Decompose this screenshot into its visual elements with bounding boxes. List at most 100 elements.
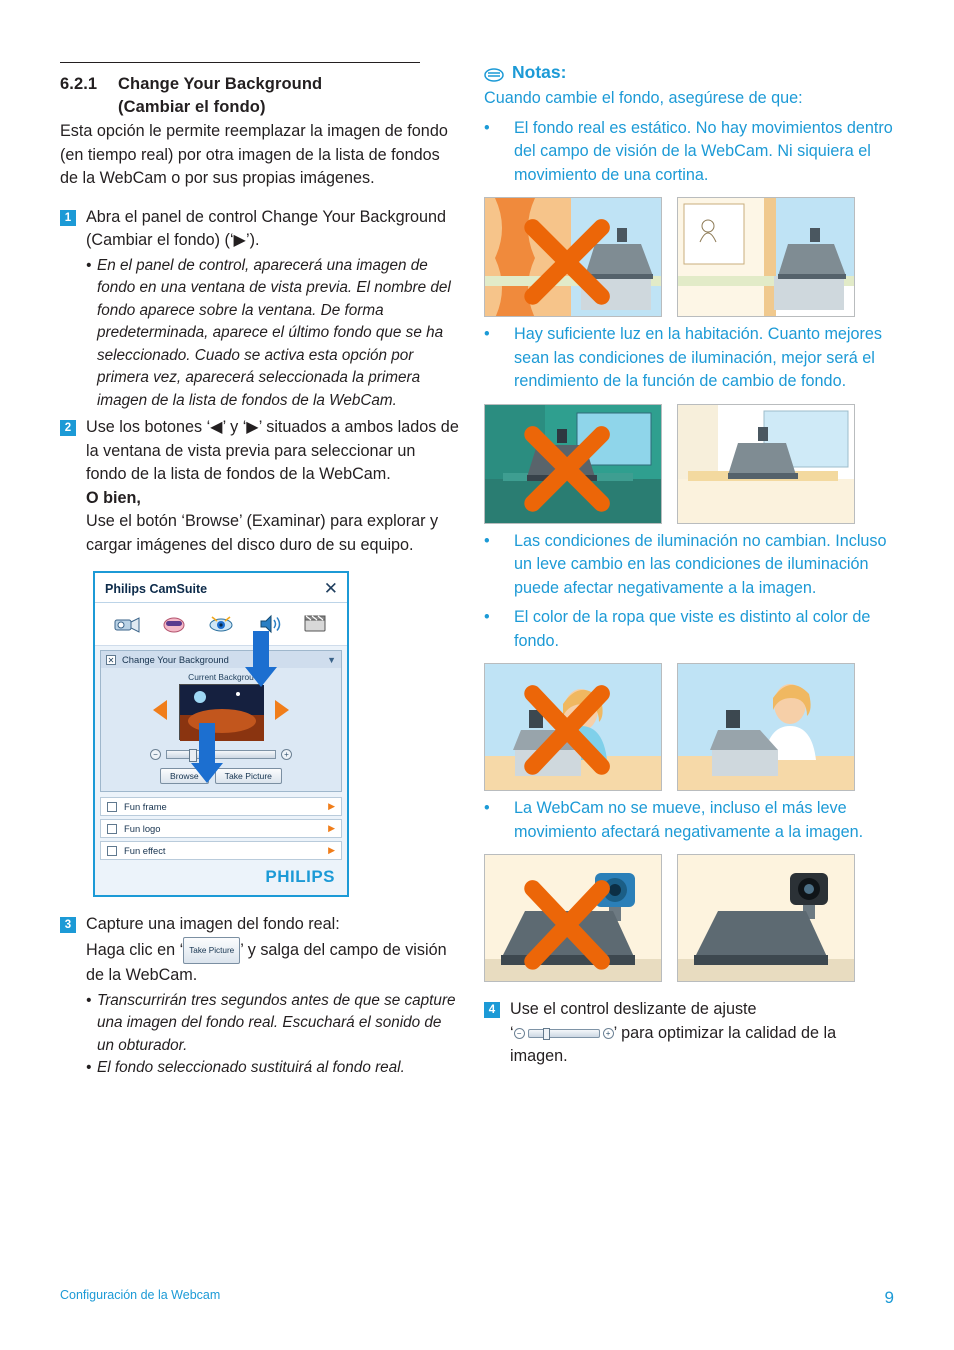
next-background-arrow-icon [275,700,289,720]
step-1-bullet-1: • En el panel de control, aparecerá una … [86,255,460,413]
page: 6.2.1 Change Your Background (Cambiar el… [0,0,954,1350]
camsuite-window[interactable]: Philips CamSuite ✕ ✕ Change Your Backgro… [93,571,349,897]
change-background-panel-header[interactable]: ✕ Change Your Background ▼ [101,651,341,668]
camsuite-titlebar: Philips CamSuite ✕ [95,573,347,603]
bullet-dot: • [484,531,490,550]
fun-logo-row[interactable]: Fun logo ▶ [100,819,342,838]
note-bullet-5-text: La WebCam no se mueve, incluso el más le… [514,799,864,841]
section-intro: Esta opción le permite reemplazar la ima… [60,122,448,187]
fun-frame-checkbox[interactable] [107,801,117,812]
right-column: Notas: Cuando cambie el fondo, asegúrese… [484,62,894,1069]
step-2-text-2: Use el botón ‘Browse’ (Examinar) para ex… [86,512,439,554]
illustration-pair-3 [484,663,894,791]
section-heading-line2: (Cambiar el fondo) [60,96,460,119]
illustration-bright-room [677,403,855,524]
inline-slider-track [527,1027,600,1040]
section-heading-spacer [60,96,118,119]
note-bullet-2-text: Hay suficiente luz en la habitación. Cua… [514,325,883,390]
fun-effect-checkbox[interactable] [107,845,117,856]
slider-minus-icon[interactable]: − [150,749,161,760]
step-2-body: Use los botones ‘◀’ y ‘▶’ situados a amb… [86,416,460,557]
camsuite-toolbar [95,603,347,646]
illustration-static-background [677,197,855,317]
step-2-text: Use los botones ‘◀’ y ‘▶’ situados a amb… [86,418,459,483]
section-title-line1: Change Your Background [118,75,323,93]
step-3: 3 Capture una imagen del fondo real: Hag… [60,913,460,1080]
bullet-dot: • [86,1059,92,1076]
note-bullet-1: • El fondo real es estático. No hay movi… [484,117,894,188]
step-4: 4 Use el control deslizante de ajuste ‘−… [484,998,894,1069]
illustration-pair-2 [484,403,894,524]
note-bullet-3-text: Las condiciones de iluminación no cambia… [514,531,887,597]
step-1-bullets: • En el panel de control, aparecerá una … [86,255,460,413]
inline-slider-knob [542,1027,550,1040]
bullet-dot: • [86,991,92,1009]
bullet-dot: • [86,256,92,274]
note-bullet-1-text: El fondo real es estático. No hay movimi… [514,118,893,184]
close-icon[interactable]: ✕ [324,580,338,597]
note-bullet-2: • Hay suficiente luz en la habitación. C… [484,323,894,394]
chevron-down-icon[interactable]: ▼ [327,655,336,665]
illustration-same-color-clothing [484,663,662,791]
fun-frame-label: Fun frame [124,801,167,812]
inline-take-picture-button[interactable]: Take Picture [183,936,241,964]
step-3-body: Capture una imagen del fondo real: Haga … [86,913,460,1080]
step-1-text: Abra el panel de control Change Your Bac… [86,207,446,250]
notes-intro: Cuando cambie el fondo, asegúrese de que… [484,89,803,107]
illustration-pair-1 [484,197,894,317]
step-3-text-a: Capture una imagen del fondo real: [86,915,340,933]
camsuite-title: Philips CamSuite [105,581,208,596]
section-rule [60,62,420,63]
step-3-bullet-2-text: El fondo seleccionado sustituirá al fond… [97,1059,405,1076]
step-3-text-b-pre: Haga clic en ‘ [86,940,184,959]
step-3-bullet-1-text: Transcurrirán tres segundos antes de que… [97,991,456,1054]
notes-title: Notas: [512,62,567,82]
step-3-bullets: • Transcurrirán tres segundos antes de q… [86,990,460,1080]
current-background-caption: Current Backgrou [188,672,254,682]
step-3-bullet-1: • Transcurrirán tres segundos antes de q… [86,990,460,1058]
page-footer: Configuración de la Webcam 9 [60,1288,894,1308]
fun-effect-row[interactable]: Fun effect ▶ [100,841,342,860]
fun-effect-label: Fun effect [124,845,166,856]
inline-adjustment-slider[interactable]: − + [513,1027,614,1040]
page-number: 9 [884,1288,894,1307]
illustration-pair-4 [484,854,894,982]
fun-logo-checkbox[interactable] [107,823,117,834]
video-capture-icon[interactable] [300,612,330,636]
inline-slider-plus-icon: + [602,1027,614,1039]
inline-slider-minus-icon: − [513,1027,525,1039]
fun-frame-row[interactable]: Fun frame ▶ [100,797,342,816]
step-1-number: 1 [60,209,76,226]
notes-heading: Notas: [484,62,894,83]
bullet-dot: • [484,799,490,817]
illustration-contrasting-clothing [677,663,855,791]
fun-logo-label: Fun logo [124,823,161,834]
bullet-dot: • [484,118,490,137]
bullet-dot: • [484,608,490,626]
note-icon [484,66,504,82]
left-column: 6.2.1 Change Your Background (Cambiar el… [60,62,460,1080]
philips-logo: PHILIPS [265,867,335,886]
annotation-arrow-down-bottom [191,723,223,783]
enable-checkbox[interactable]: ✕ [106,654,116,665]
step-1: 1 Abra el panel de control Change Your B… [60,206,460,413]
section-heading: 6.2.1 Change Your Background [60,73,460,96]
slider-plus-icon[interactable]: + [281,749,292,760]
step-3-text-b: Haga clic en ‘Take Picture’ y salga del … [86,936,460,988]
section-title-line2: (Cambiar el fondo) [118,98,266,116]
note-bullet-4: • El color de la ropa que viste es disti… [484,606,894,653]
image-control-icon[interactable] [206,612,236,636]
change-background-label: Change Your Background [122,654,229,665]
webcam-settings-icon[interactable] [112,612,142,636]
footer-section-label: Configuración de la Webcam [60,1288,221,1302]
expand-arrow-icon: ▶ [328,845,335,855]
step-4-text-a: Use el control deslizante de ajuste [510,1000,757,1018]
expand-arrow-icon: ▶ [328,801,335,811]
illustration-curtain-moving [484,197,662,317]
fun-face-icon[interactable] [159,612,189,636]
annotation-arrow-down-top [245,631,277,687]
step-2-bold-line: O bien, [86,488,141,507]
expand-arrow-icon: ▶ [328,823,335,833]
step-3-number: 3 [60,917,76,933]
note-bullet-4-text: El color de la ropa que viste es distint… [514,608,871,650]
